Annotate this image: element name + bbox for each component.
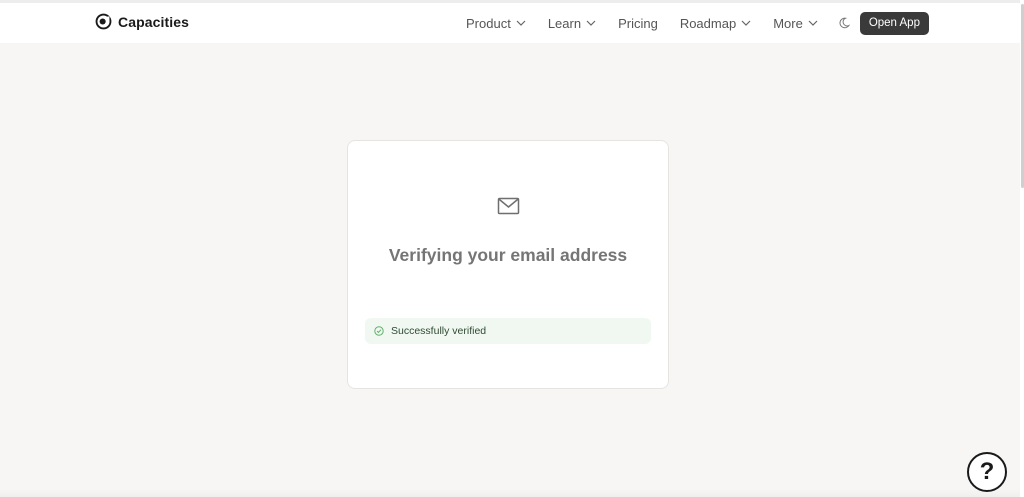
chevron-down-icon — [741, 20, 751, 26]
success-status-banner: Successfully verified — [365, 318, 651, 344]
main-nav: Product Learn Pricing Roadmap More Open — [466, 3, 929, 43]
nav-item-product[interactable]: Product — [466, 16, 526, 31]
nav-item-label: Pricing — [618, 15, 658, 31]
check-circle-icon — [374, 326, 384, 336]
nav-item-roadmap[interactable]: Roadmap — [680, 16, 751, 31]
chevron-down-icon — [516, 20, 526, 26]
nav-item-more[interactable]: More — [773, 16, 818, 31]
open-app-button[interactable]: Open App — [859, 11, 929, 35]
chevron-down-icon — [586, 20, 596, 26]
help-button[interactable]: ? — [967, 452, 1007, 492]
bottom-shadow — [0, 489, 1020, 497]
verification-card: Verifying your email address Successfull… — [347, 140, 669, 389]
brand-logo-link[interactable]: Capacities — [95, 13, 189, 30]
help-icon: ? — [979, 458, 995, 485]
nav-item-label: Learn — [547, 15, 582, 31]
nav-item-pricing[interactable]: Pricing — [618, 16, 658, 31]
nav-item-label: Product — [466, 15, 511, 31]
nav-item-label: Roadmap — [679, 15, 737, 31]
page-title: Verifying your email address — [388, 245, 628, 265]
nav-item-learn[interactable]: Learn — [548, 16, 596, 31]
nav-item-label: More — [773, 15, 803, 31]
mail-icon — [497, 197, 520, 215]
brand-name: Capacities — [118, 13, 190, 30]
top-navbar: Capacities Product Learn Pricing Roadmap… — [0, 0, 1020, 43]
status-text: Successfully verified — [391, 325, 487, 337]
chevron-down-icon — [808, 20, 818, 26]
page: Capacities Product Learn Pricing Roadmap… — [0, 0, 1024, 497]
page-scrollbar[interactable] — [1020, 0, 1024, 497]
moon-icon[interactable] — [838, 17, 850, 29]
capacities-logo-icon — [95, 13, 112, 30]
